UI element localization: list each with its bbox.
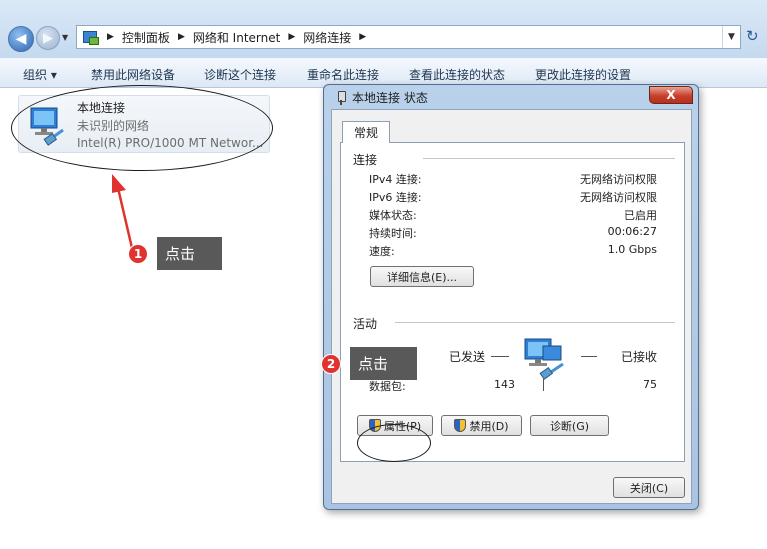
diagnose-connection-button[interactable]: 诊断这个连接	[204, 66, 276, 83]
breadcrumb-control-panel[interactable]: 控制面板	[122, 29, 170, 46]
duration-value: 00:06:27	[607, 225, 657, 238]
media-state-value: 已启用	[624, 209, 657, 222]
dialog-title: 本地连接 状态	[352, 91, 428, 105]
navigation-bar: ◀ ▶ ▼ ▶ 控制面板 ▶ 网络和 Internet ▶ 网络连接 ▶ ▼ ↻	[0, 0, 767, 58]
connection-group-label: 连接	[353, 151, 382, 168]
general-tab-panel: 连接 IPv4 连接: 无网络访问权限 IPv6 连接: 无网络访问权限 媒体状…	[340, 142, 685, 462]
highlight-ellipse	[11, 85, 273, 171]
callout-2: 点击	[350, 347, 417, 380]
ipv4-value: 无网络访问权限	[580, 173, 657, 186]
details-button[interactable]: 详细信息(E)...	[370, 266, 474, 287]
dialog-close-icon[interactable]: X	[649, 86, 693, 104]
organize-menu[interactable]: 组织 ▾	[23, 66, 57, 83]
address-dropdown-icon[interactable]: ▼	[722, 26, 740, 48]
activity-divider	[543, 379, 544, 391]
speed-value: 1.0 Gbps	[607, 243, 657, 256]
network-activity-icon	[524, 338, 564, 380]
step-badge-1: 1	[128, 244, 148, 264]
ipv4-label: IPv4 连接:	[369, 173, 422, 186]
packets-sent: 143	[494, 378, 515, 391]
disable-button-label: 禁用(D)	[469, 419, 509, 433]
received-dash	[581, 356, 597, 357]
duration-label: 持续时间:	[369, 227, 417, 240]
breadcrumb-separator-icon[interactable]: ▶	[359, 32, 366, 42]
breadcrumb-separator-icon[interactable]: ▶	[178, 32, 185, 42]
packets-label: 数据包:	[369, 380, 406, 393]
ipv6-value: 无网络访问权限	[580, 191, 657, 204]
callout-1: 点击	[157, 237, 222, 270]
uac-shield-icon	[454, 419, 467, 432]
control-panel-icon	[81, 29, 99, 45]
ipv6-label: IPv6 连接:	[369, 191, 422, 204]
disable-button[interactable]: 禁用(D)	[441, 415, 522, 436]
breadcrumb-network-connections[interactable]: 网络连接	[303, 29, 351, 46]
dialog-title-bar[interactable]: 本地连接 状态	[336, 89, 428, 106]
group-divider	[423, 158, 675, 159]
media-state-label: 媒体状态:	[369, 209, 417, 222]
disable-device-button[interactable]: 禁用此网络设备	[91, 66, 175, 83]
breadcrumb-network-internet[interactable]: 网络和 Internet	[193, 29, 280, 46]
recent-pages-chevron-icon[interactable]: ▼	[62, 33, 68, 42]
speed-label: 速度:	[369, 245, 395, 258]
sent-label: 已发送	[449, 350, 486, 364]
back-arrow-icon[interactable]: ◀	[8, 26, 34, 52]
network-plug-icon	[336, 90, 346, 105]
group-divider	[395, 322, 675, 323]
step-badge-2: 2	[321, 354, 341, 374]
forward-arrow-icon[interactable]: ▶	[36, 26, 60, 50]
rename-connection-button[interactable]: 重命名此连接	[307, 66, 379, 83]
view-status-button[interactable]: 查看此连接的状态	[409, 66, 505, 83]
highlight-ellipse-properties	[357, 424, 431, 462]
packets-received: 75	[643, 378, 657, 391]
address-bar[interactable]: ▶ 控制面板 ▶ 网络和 Internet ▶ 网络连接 ▶ ▼	[76, 25, 741, 49]
refresh-icon[interactable]: ↻	[746, 27, 759, 45]
diagnose-button[interactable]: 诊断(G)	[530, 415, 609, 436]
breadcrumb-separator-icon[interactable]: ▶	[107, 32, 114, 42]
sent-dash	[491, 356, 509, 357]
received-label: 已接收	[621, 350, 658, 364]
tab-general[interactable]: 常规	[342, 121, 390, 143]
breadcrumb-separator-icon[interactable]: ▶	[288, 32, 295, 42]
close-button[interactable]: 关闭(C)	[613, 477, 685, 498]
activity-group-label: 活动	[353, 315, 382, 332]
change-settings-button[interactable]: 更改此连接的设置	[535, 66, 631, 83]
